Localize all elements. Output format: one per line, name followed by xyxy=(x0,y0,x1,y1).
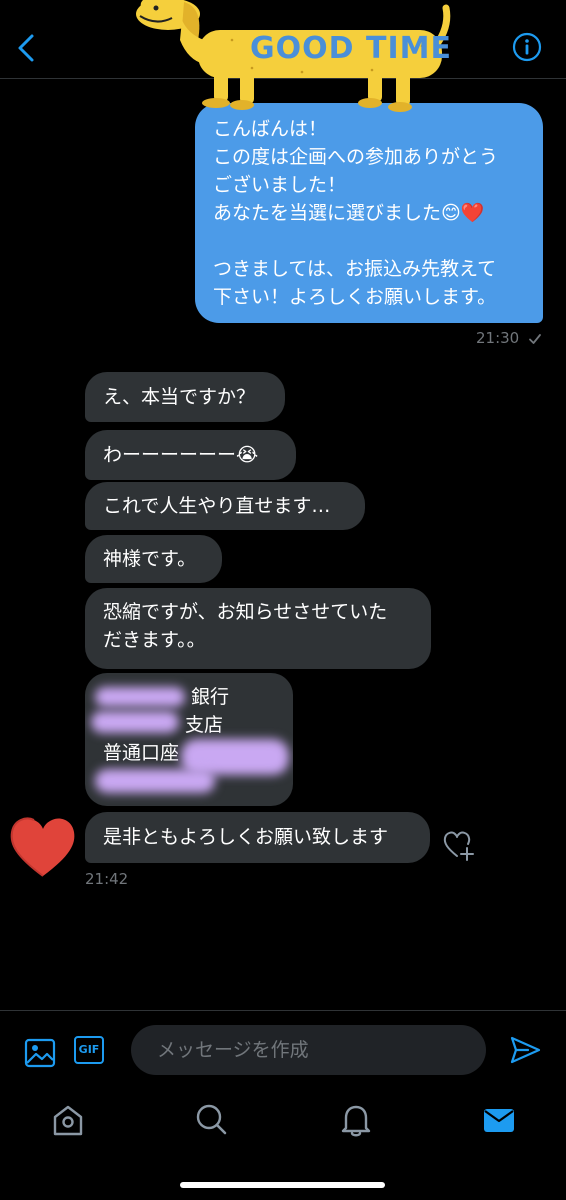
check-icon xyxy=(529,333,541,344)
received-message-bubble[interactable]: わーーーーーー😭 xyxy=(85,430,296,480)
received-line: わーーーーーー😭 xyxy=(103,444,259,466)
received-line: 恐縮ですが、お知らせさせていた xyxy=(103,601,388,623)
received-line: だきます。。 xyxy=(103,629,206,651)
received-message-bubble[interactable]: 恐縮ですが、お知らせさせていた だきます。。 xyxy=(85,588,431,669)
sent-line-blank xyxy=(213,227,525,255)
info-button[interactable] xyxy=(512,32,542,62)
sent-line: この度は企画への参加ありがとう xyxy=(213,146,499,168)
message-input[interactable] xyxy=(131,1025,486,1075)
redaction-mark xyxy=(95,687,185,707)
heart-avatar-icon xyxy=(10,817,75,877)
received-line: え、本当ですか？ xyxy=(103,386,256,408)
send-icon xyxy=(510,1036,541,1064)
sent-line: つきましては、お振込み先教えて xyxy=(213,258,497,280)
smile-emoji: 😊 xyxy=(441,202,461,224)
nav-messages[interactable] xyxy=(479,1100,519,1140)
avatar-logo-text: GOOD TIME xyxy=(250,31,452,66)
gif-label: GIF xyxy=(78,1043,100,1056)
redaction-mark xyxy=(95,769,215,793)
received-message-bubble[interactable]: 神様です。 xyxy=(85,535,222,583)
mail-icon xyxy=(484,1109,514,1132)
nav-home[interactable] xyxy=(48,1100,88,1140)
chevron-left-icon xyxy=(18,34,34,62)
search-icon xyxy=(196,1104,227,1135)
conversation-avatar[interactable]: GOOD TIME xyxy=(132,0,452,115)
home-indicator[interactable] xyxy=(180,1182,385,1188)
received-message-bubble[interactable]: え、本当ですか？ xyxy=(85,372,285,422)
add-gif-button[interactable]: GIF xyxy=(74,1036,108,1068)
back-button[interactable] xyxy=(10,28,44,68)
heart-plus-icon xyxy=(443,831,474,861)
redaction-mark xyxy=(91,711,179,733)
image-icon xyxy=(24,1038,56,1068)
sent-time: 21:30 xyxy=(475,329,520,347)
sent-line: こんばんは！ xyxy=(213,118,328,140)
message-composer: GIF xyxy=(0,1010,566,1091)
home-icon xyxy=(53,1105,83,1136)
sent-message-meta: 21:30 xyxy=(476,329,542,347)
sent-line-text: あなたを当選に選びました xyxy=(213,202,442,224)
info-icon xyxy=(512,32,542,62)
received-line: これで人生やり直せます… xyxy=(103,495,331,517)
bottom-navigation xyxy=(0,1090,566,1200)
received-line: 神様です。 xyxy=(103,548,197,570)
received-line: 是非ともよろしくお願い致します xyxy=(103,826,389,848)
sent-line: 下さい！よろしくお願いします。 xyxy=(213,286,497,308)
sent-message-bubble[interactable]: こんばんは！ この度は企画への参加ありがとう ございました！ あなたを当選に選び… xyxy=(195,103,543,323)
add-reaction-button[interactable] xyxy=(442,829,476,863)
nav-notifications[interactable] xyxy=(336,1100,376,1140)
sent-line-with-emoji: あなたを当選に選びました😊❤️ xyxy=(213,199,525,227)
bell-icon xyxy=(341,1105,371,1137)
nav-search[interactable] xyxy=(192,1100,232,1140)
received-time: 21:42 xyxy=(85,870,129,888)
received-message-bubble[interactable]: 是非ともよろしくお願い致します xyxy=(85,812,430,863)
received-message-bubble[interactable]: これで人生やり直せます… xyxy=(85,482,365,530)
received-bank-info-bubble[interactable]: 銀行 支店 普通口座 xyxy=(85,673,293,806)
sender-avatar[interactable] xyxy=(8,812,78,882)
sent-line: ございました！ xyxy=(213,174,347,196)
add-media-button[interactable] xyxy=(24,1037,56,1069)
heart-emoji: ❤️ xyxy=(460,202,485,224)
send-button[interactable] xyxy=(508,1033,542,1067)
